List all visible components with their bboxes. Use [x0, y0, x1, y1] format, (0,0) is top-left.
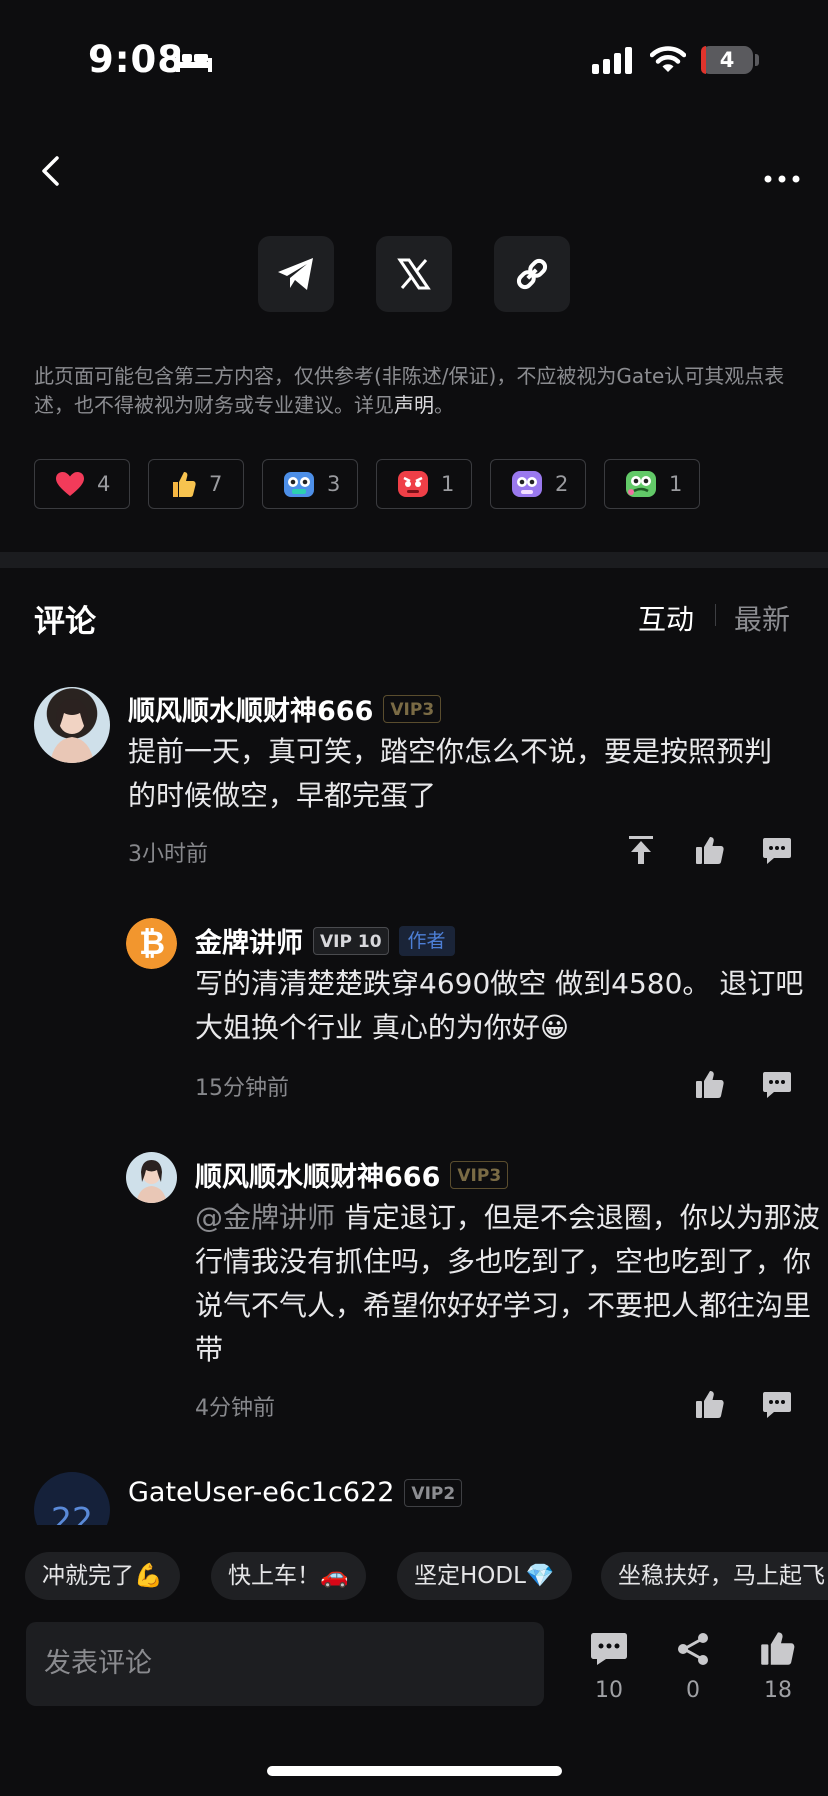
- reaction-count: 3: [327, 472, 341, 496]
- reaction-robot[interactable]: 3: [262, 459, 358, 509]
- thumbs-up-emoji-icon: [173, 472, 196, 497]
- reaction-count: 7: [209, 472, 223, 496]
- comment-text: @金牌讲师 肯定退订，但是不会退圈，你以为那波行情我没有抓住吗，多也吃到了，空也…: [195, 1196, 825, 1372]
- share-telegram-button[interactable]: [258, 236, 334, 312]
- comment-text: 写的清清楚楚跌穿4690做空 做到4580。 退订吧大姐换个行业 真心的为你好😀: [195, 967, 804, 1044]
- comment-text: 提前一天，真可笑，踏空你怎么不说，要是按照预判的时候做空，早都完蛋了: [128, 735, 773, 812]
- cellular-signal-icon: [592, 46, 636, 78]
- comment-header: 顺风顺水顺财神666 VIP3: [195, 1155, 509, 1194]
- username[interactable]: 金牌讲师: [195, 921, 303, 960]
- comment-header: 顺风顺水顺财神666 VIP3: [128, 689, 442, 728]
- tab-interactive[interactable]: 互动: [638, 598, 694, 638]
- tab-latest[interactable]: 最新: [734, 598, 790, 638]
- comments-title: 评论: [34, 604, 96, 640]
- username[interactable]: 顺风顺水顺财神666: [128, 689, 373, 728]
- purple-monster-icon: [512, 471, 542, 497]
- section-divider: [0, 552, 828, 568]
- comment-header: GateUser-e6c1c622 VIP2: [128, 1477, 463, 1508]
- vip-badge: VIP 10: [313, 926, 389, 955]
- battery-cap: [755, 54, 759, 66]
- share-count: 0: [686, 1678, 700, 1703]
- tab-separator: [715, 604, 716, 626]
- reaction-count: 1: [669, 472, 683, 496]
- reply-icon[interactable]: [762, 1391, 792, 1423]
- comment-time: 15分钟前: [195, 1076, 289, 1101]
- reaction-count: 4: [97, 472, 111, 496]
- svg-text:₿: ₿: [139, 924, 165, 962]
- green-monster-icon: [626, 471, 656, 497]
- reply-icon[interactable]: [762, 1071, 792, 1103]
- angry-face-icon: [398, 471, 428, 497]
- disclaimer-suffix: 。: [434, 393, 454, 417]
- reply-icon[interactable]: [762, 837, 792, 869]
- username[interactable]: 顺风顺水顺财神666: [195, 1155, 440, 1194]
- bed-icon: [176, 48, 212, 76]
- reaction-count: 1: [441, 472, 455, 496]
- home-indicator[interactable]: [267, 1766, 562, 1776]
- username[interactable]: GateUser-e6c1c622: [128, 1477, 394, 1508]
- quick-reply-chip[interactable]: 冲就完了💪: [25, 1552, 180, 1600]
- like-icon[interactable]: [695, 835, 725, 869]
- quick-reply-chip[interactable]: 坚定HODL💎: [397, 1552, 572, 1600]
- reaction-purple-monster[interactable]: 2: [490, 459, 586, 509]
- vip-badge: VIP3: [383, 694, 442, 723]
- quick-reply-chip[interactable]: 快上车！🚗: [211, 1552, 366, 1600]
- like-icon[interactable]: [695, 1069, 725, 1103]
- like-icon[interactable]: [695, 1389, 725, 1423]
- vip-badge: VIP2: [404, 1478, 463, 1507]
- reaction-heart[interactable]: 4: [34, 459, 130, 509]
- comment-input[interactable]: 发表评论: [26, 1622, 544, 1706]
- comments-count: 10: [595, 1678, 623, 1703]
- reaction-angry[interactable]: 1: [376, 459, 472, 509]
- status-time: 9:08: [88, 38, 185, 81]
- x-logo-icon: [397, 258, 431, 290]
- link-icon: [516, 258, 548, 290]
- reaction-count: 2: [555, 472, 569, 496]
- pin-icon[interactable]: [628, 835, 654, 869]
- avatar-bitcoin[interactable]: ₿: [126, 918, 177, 969]
- disclaimer: 此页面可能包含第三方内容，仅供参考(非陈述/保证)，不应被视为Gate认可其观点…: [34, 362, 804, 420]
- quick-reply-chip[interactable]: 坐稳扶好，马上起飞: [601, 1552, 828, 1600]
- comment-time: 4分钟前: [195, 1396, 275, 1421]
- copy-link-button[interactable]: [494, 236, 570, 312]
- comment-time: 3小时前: [128, 842, 208, 867]
- mention-link[interactable]: @金牌讲师: [195, 1201, 335, 1234]
- robot-face-icon: [284, 472, 314, 497]
- avatar[interactable]: [126, 1152, 177, 1203]
- bitcoin-icon: ₿: [126, 918, 177, 969]
- wifi-icon: [649, 44, 687, 78]
- battery-indicator: 4: [701, 46, 753, 74]
- back-icon[interactable]: [38, 154, 64, 192]
- vip-badge: VIP3: [450, 1160, 509, 1189]
- reaction-thumbs-up[interactable]: 7: [148, 459, 244, 509]
- author-badge: 作者: [398, 925, 455, 956]
- telegram-icon: [278, 258, 313, 290]
- comment-header: 金牌讲师 VIP 10 作者: [195, 921, 455, 960]
- comments-count-icon[interactable]: [590, 1632, 628, 1670]
- more-options-icon[interactable]: [764, 168, 800, 187]
- like-post-icon[interactable]: [760, 1630, 796, 1670]
- share-x-button[interactable]: [376, 236, 452, 312]
- disclaimer-link[interactable]: 声明: [394, 393, 434, 417]
- avatar[interactable]: [34, 687, 110, 763]
- like-count: 18: [764, 1678, 792, 1703]
- reaction-green-monster[interactable]: 1: [604, 459, 700, 509]
- share-icon[interactable]: [676, 1632, 710, 1670]
- heart-icon: [56, 472, 84, 496]
